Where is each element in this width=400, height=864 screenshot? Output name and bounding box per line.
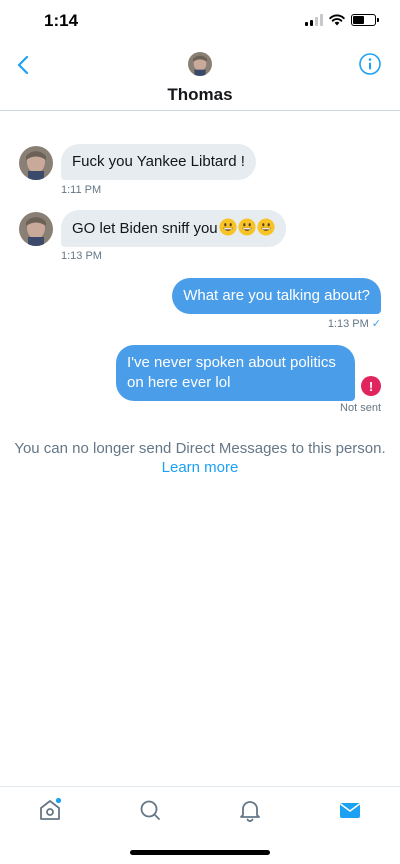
tab-messages[interactable] [337,797,363,823]
message-bubble-incoming[interactable]: Fuck you Yankee Libtard ! [61,144,256,180]
message-status-not-sent: Not sent [340,402,381,414]
home-icon [40,797,62,820]
back-button[interactable] [12,52,34,78]
read-check-icon: ✓ [371,318,381,330]
header-avatar[interactable] [188,52,212,76]
conversation-header: Thomas [0,44,400,111]
messages-icon [340,803,360,818]
message-bubble-incoming[interactable]: GO let Biden sniff you [61,210,286,247]
sender-avatar[interactable] [19,212,53,246]
message-text: What are you talking about? [183,287,370,304]
message-timestamp: 1:13 PM ✓ [328,317,381,330]
grinning-face-emoji-icon [238,218,256,236]
message-timestamp: 1:13 PM [61,250,102,262]
info-button[interactable] [358,52,382,76]
status-icons [305,14,379,26]
chevron-left-icon [17,55,29,75]
conversation-title[interactable]: Thomas [0,85,400,105]
message-bubble-outgoing-failed[interactable]: I've never spoken about politics on here… [116,345,355,401]
timestamp-text: 1:13 PM [327,318,369,330]
dm-conversation-screen: 1:14 Thomas Fuck you Yankee Libtard ! 1:… [0,0,400,864]
avatar-image [19,212,53,246]
signal-icon [305,14,323,26]
sender-avatar[interactable] [19,146,53,180]
dm-disabled-notice: You can no longer send Direct Messages t… [14,440,386,457]
message-timestamp: 1:11 PM [61,184,102,196]
battery-icon [351,14,379,26]
search-icon [140,800,160,820]
wifi-icon [329,14,345,26]
message-bubble-outgoing[interactable]: What are you talking about? [172,278,381,314]
grinning-face-emoji-icon [257,218,275,236]
avatar-image [19,146,53,180]
notifications-icon [240,801,260,822]
tab-search[interactable] [137,797,163,823]
tab-bar [0,786,400,836]
learn-more-link[interactable]: Learn more [0,458,400,477]
avatar-image [188,52,212,76]
tab-home[interactable] [37,797,63,823]
grinning-face-emoji-icon [219,218,237,236]
message-text: Fuck you Yankee Libtard ! [72,153,245,170]
home-indicator [130,850,270,855]
error-icon[interactable]: ! [361,376,381,396]
message-text: I've never spoken about politics on here… [127,354,336,391]
status-bar: 1:14 [0,0,400,44]
message-text: GO let Biden sniff you [72,220,218,237]
tab-notifications[interactable] [237,797,263,823]
info-icon [359,53,381,75]
status-time: 1:14 [44,11,79,30]
